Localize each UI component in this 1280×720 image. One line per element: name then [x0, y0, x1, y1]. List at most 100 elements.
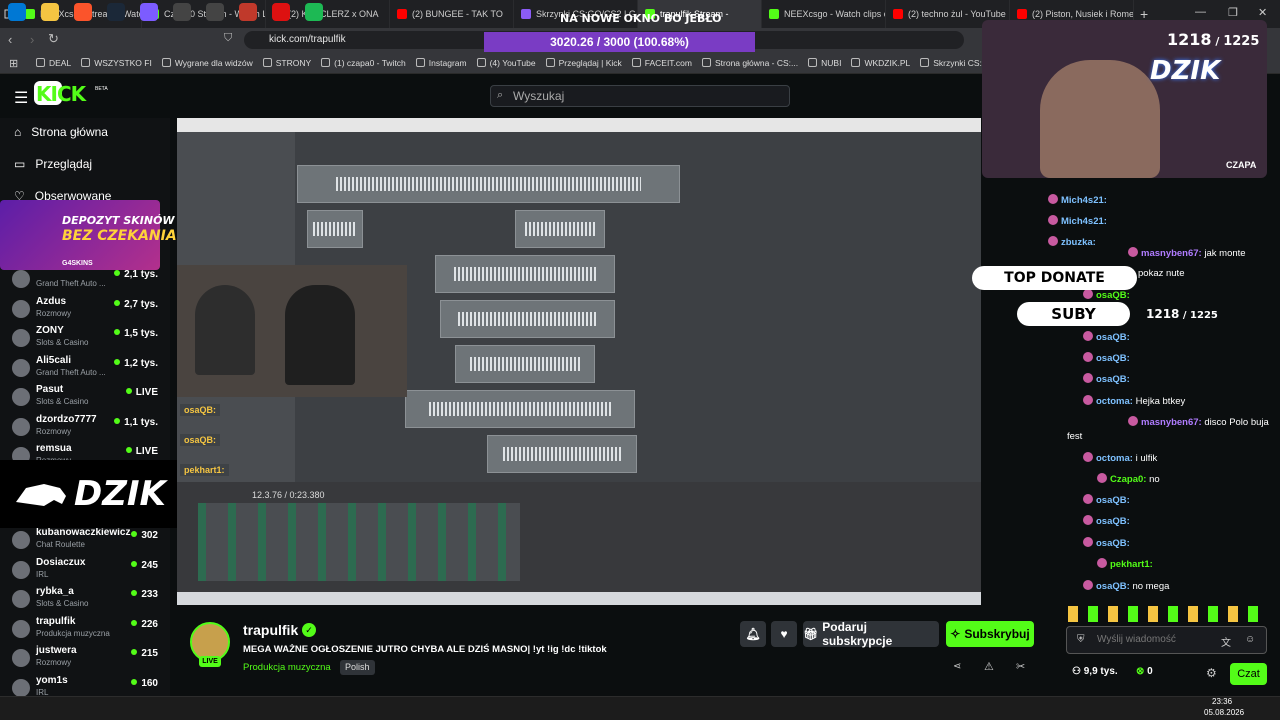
menu-icon[interactable]: ☰ [14, 88, 28, 108]
sidebar-channel[interactable]: justwera Rozmowy 215 [10, 645, 170, 673]
chat-username[interactable]: osaQB: [1096, 374, 1130, 385]
chat-username[interactable]: osaQB: [1096, 516, 1130, 527]
bookmark-item[interactable]: DEAL [36, 58, 71, 68]
windows-taskbar [0, 696, 1280, 720]
avatar [12, 299, 30, 318]
tab-favicon-icon [1017, 9, 1027, 19]
taskbar-app-icon[interactable] [173, 3, 191, 21]
follow-button[interactable]: ♥ [771, 621, 797, 647]
reload-icon[interactable]: ↻ [48, 31, 59, 47]
sidebar-channel[interactable]: rybka_a Slots & Casino 233 [10, 586, 170, 614]
gift-subs-button[interactable]: 🎁︎ Podaruj subskrypcje [803, 620, 939, 648]
bookmark-item[interactable]: Przeglądaj | Kick [545, 58, 622, 68]
close-window-button[interactable]: ✕ [1258, 6, 1267, 19]
promo-line1: DEPOZYT SKINÓW [62, 214, 175, 227]
chat-message: octoma: i ulfik [1083, 452, 1157, 464]
bookmark-icon[interactable]: ⛉ [224, 32, 232, 45]
chat-badge-icon [1083, 452, 1093, 462]
channel-name: Pasut [36, 384, 64, 395]
bookmark-item[interactable]: WSZYSTKO FI [81, 58, 152, 68]
sidebar-channel[interactable]: Azdus Rozmowy 2,7 tys. [10, 296, 170, 324]
subscribe-button[interactable]: ✧ Subskrybuj [946, 621, 1034, 647]
chat-username[interactable]: Mich4s21: [1061, 195, 1107, 206]
chat-username[interactable]: Czapa0: [1110, 474, 1146, 485]
translate-icon[interactable]: 文 [1221, 634, 1231, 649]
sidebar-channel[interactable]: Grand Theft Auto ... 2,1 tys. [10, 266, 170, 294]
bookmark-item[interactable]: STRONY [262, 58, 311, 68]
donation-goal-bar: 3020.26 / 3000 (100.68%) [484, 32, 755, 52]
channel-name[interactable]: trapulfik [243, 622, 298, 638]
bookmark-item[interactable]: WKDZIK.PL [851, 58, 910, 68]
bookmark-label: (4) YouTube [489, 57, 536, 68]
forward-icon[interactable]: › [30, 32, 34, 47]
chat-username[interactable]: osaQB: [1096, 353, 1130, 364]
taskbar-app-icon[interactable] [41, 3, 59, 21]
channel-category: Slots & Casino [36, 397, 89, 406]
tab-item[interactable]: (2) BUNGEE - TAK TO [390, 0, 514, 28]
tab-label: (2) Piston, Nusiek i Romeo [1032, 9, 1134, 19]
taskbar-app-icon[interactable] [272, 3, 290, 21]
sidebar-channel[interactable]: Dosiaczux IRL 245 [10, 557, 170, 585]
kick-logo[interactable]: KICK [36, 82, 86, 106]
chat-message: osaQB: no mega [1083, 580, 1169, 592]
back-icon[interactable]: ‹ [8, 32, 12, 47]
emoji-icon[interactable]: ☺ [1245, 634, 1255, 645]
shield-icon[interactable]: ⛨ [1077, 634, 1085, 645]
taskbar-app-icon[interactable] [305, 3, 323, 21]
taskbar-app-icon[interactable] [74, 3, 92, 21]
chat-username[interactable]: octoma: [1096, 453, 1133, 464]
chat-username[interactable]: masnyben67: [1141, 248, 1202, 259]
bookmark-item[interactable]: (1) czapa0 - Twitch [321, 58, 406, 68]
sidebar-channel[interactable]: trapulfik Produkcja muzyczna 226 [10, 616, 170, 644]
viewer-count: 233 [131, 589, 158, 600]
report-icon[interactable]: ⚠ [984, 660, 994, 673]
chat-username[interactable]: octoma: [1096, 396, 1133, 407]
bookmark-item[interactable]: FACEIT.com [631, 58, 692, 68]
taskbar-app-icon[interactable] [8, 3, 26, 21]
browse-icon: ▭ [14, 157, 26, 171]
maximize-button[interactable]: ❐ [1228, 6, 1238, 19]
chat-username[interactable]: zbuzka: [1061, 237, 1096, 248]
chat-username[interactable]: pekhart1: [1110, 559, 1153, 570]
viewer-count: LIVE [126, 387, 158, 398]
sidebar-channel[interactable]: dzordzo7777 Rozmowy 1,1 tys. [10, 414, 170, 442]
notification-bell-button[interactable]: 🔔︎ [740, 621, 766, 647]
tab-item[interactable]: NEEXcsgo - Watch clips c [762, 0, 886, 28]
taskbar-app-icon[interactable] [107, 3, 125, 21]
apps-icon[interactable]: ⊞ [9, 57, 18, 70]
share-icon[interactable]: ⋖ [953, 661, 961, 672]
sidebar-channel[interactable]: ZONY Slots & Casino 1,5 tys. [10, 325, 170, 353]
chat-username[interactable]: osaQB: [1096, 581, 1130, 592]
bookmark-item[interactable]: Strona główna - CS:... [701, 58, 798, 68]
nav-browse[interactable]: ▭ Przeglądaj [14, 157, 92, 171]
bookmark-item[interactable]: (4) YouTube [476, 57, 536, 68]
emote-bar[interactable] [1068, 606, 1268, 622]
chat-username[interactable]: osaQB: [1096, 332, 1130, 343]
bookmark-item[interactable]: NUBI [808, 58, 841, 68]
sidebar-channel[interactable]: kubanowaczkiewicz Chat Roulette 302 [10, 527, 170, 555]
send-chat-button[interactable]: Czat [1230, 663, 1267, 685]
dzik-logo-text: DZIK [74, 474, 166, 514]
minimize-button[interactable]: — [1195, 6, 1206, 18]
nav-home[interactable]: ⌂ Strona główna [14, 125, 108, 139]
search-input[interactable]: Wyszukaj [490, 85, 790, 107]
chat-username[interactable]: osaQB: [1096, 290, 1130, 301]
taskbar-app-icon[interactable] [140, 3, 158, 21]
chat-username[interactable]: osaQB: [1096, 495, 1130, 506]
chat-username[interactable]: masnyben67: [1141, 417, 1202, 428]
bookmark-item[interactable]: Wygrane dla widzów [161, 58, 253, 68]
avatar [12, 678, 30, 697]
stream-category[interactable]: Produkcja muzyczna [243, 662, 331, 673]
chat-input[interactable]: Wyślij wiadomość [1066, 626, 1267, 654]
settings-icon[interactable]: ⚙ [1206, 666, 1217, 680]
sidebar-channel[interactable]: Ali5cali Grand Theft Auto ... 1,2 tys. [10, 355, 170, 383]
taskbar-app-icon[interactable] [206, 3, 224, 21]
clip-icon[interactable]: ✂ [1016, 660, 1025, 673]
sidebar-channel[interactable]: Pasut Slots & Casino LIVE [10, 384, 170, 412]
chat-username[interactable]: Mich4s21: [1061, 216, 1107, 227]
chat-message: osaQB: [1083, 352, 1130, 364]
bookmark-item[interactable]: Instagram [415, 58, 467, 68]
chat-username[interactable]: osaQB: [1096, 538, 1130, 549]
taskbar-app-icon[interactable] [239, 3, 257, 21]
tag-polish[interactable]: Polish [340, 660, 375, 675]
